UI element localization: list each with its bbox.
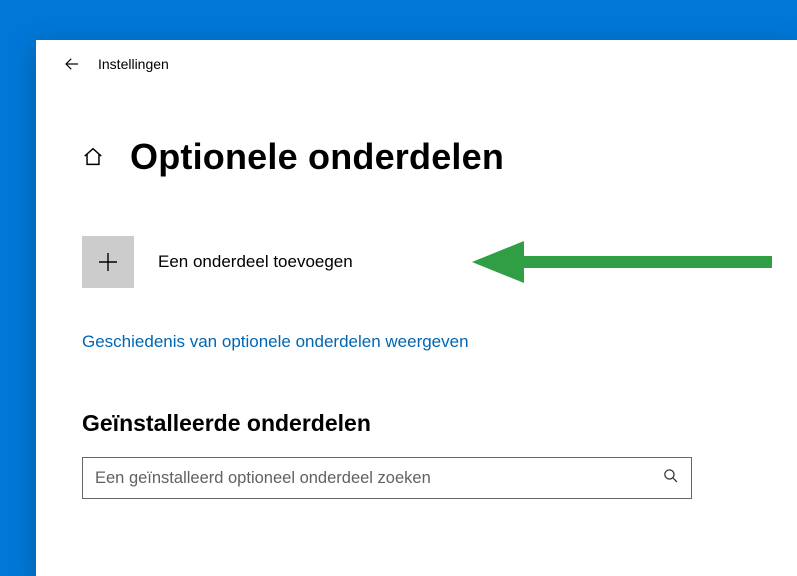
annotation-arrow xyxy=(472,235,772,289)
home-icon xyxy=(82,146,104,168)
installed-search-input[interactable]: Een geïnstalleerd optioneel onderdeel zo… xyxy=(82,457,692,499)
add-feature-tile[interactable] xyxy=(82,236,134,288)
page-title: Optionele onderdelen xyxy=(130,136,504,178)
page-header: Optionele onderdelen xyxy=(82,136,757,178)
back-button[interactable] xyxy=(50,42,94,86)
home-button[interactable] xyxy=(82,146,104,168)
add-feature-row[interactable]: Een onderdeel toevoegen xyxy=(82,236,757,288)
search-icon xyxy=(662,467,679,489)
installed-section-title: Geïnstalleerde onderdelen xyxy=(82,410,757,437)
plus-icon xyxy=(96,250,120,274)
settings-window: Instellingen Optionele onderdelen Een on… xyxy=(36,40,797,576)
add-feature-label: Een onderdeel toevoegen xyxy=(158,252,353,272)
search-placeholder: Een geïnstalleerd optioneel onderdeel zo… xyxy=(95,469,662,488)
back-arrow-icon xyxy=(63,55,81,73)
titlebar: Instellingen xyxy=(36,40,797,88)
content-area: Optionele onderdelen Een onderdeel toevo… xyxy=(36,88,797,499)
history-link[interactable]: Geschiedenis van optionele onderdelen we… xyxy=(82,332,469,352)
app-title: Instellingen xyxy=(98,56,169,72)
